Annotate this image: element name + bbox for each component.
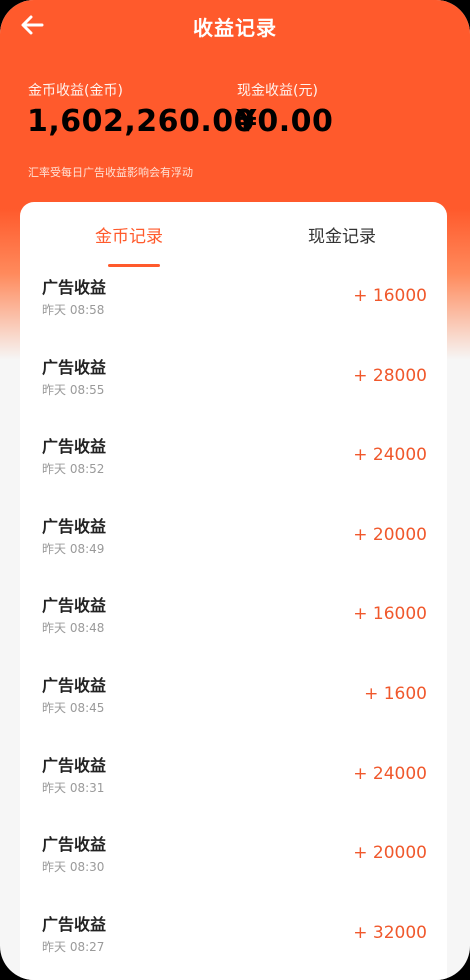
record-amount: + 16000 <box>353 286 427 306</box>
coin-earnings-value: 1,602,260.00 <box>27 104 256 139</box>
exchange-rate-note: 汇率受每日广告收益影响会有浮动 <box>28 166 193 179</box>
list-item[interactable]: 广告收益 昨天 08:48 + 16000 <box>20 586 447 666</box>
record-amount: + 20000 <box>353 524 427 545</box>
record-tabs: 金币记录 现金记录 <box>20 202 447 268</box>
list-item[interactable]: 广告收益 昨天 08:52 + 24000 <box>20 427 447 507</box>
list-item[interactable]: 广告收益 昨天 08:30 + 20000 <box>20 825 447 905</box>
record-time: 昨天 08:58 <box>42 303 105 317</box>
record-time: 昨天 08:30 <box>42 860 105 875</box>
record-time: 昨天 08:48 <box>42 621 105 636</box>
record-title: 广告收益 <box>42 278 107 297</box>
records-card: 金币记录 现金记录 广告收益 昨天 08:58 + 16000 广告收益 昨天 … <box>20 202 447 980</box>
list-item[interactable]: 广告收益 昨天 08:45 + 1600 <box>20 666 447 746</box>
record-amount: + 24000 <box>353 445 427 466</box>
record-time: 昨天 08:49 <box>42 541 105 556</box>
record-title: 广告收益 <box>42 596 107 616</box>
record-title: 广告收益 <box>42 357 107 377</box>
page-title: 收益记录 <box>193 16 277 40</box>
tab-cash-records[interactable]: 现金记录 <box>308 222 376 247</box>
cash-earnings-label: 现金收益(元) <box>237 83 318 99</box>
record-amount: + 16000 <box>353 604 427 625</box>
record-title: 广告收益 <box>42 755 107 775</box>
record-time: 昨天 08:31 <box>42 780 105 795</box>
record-list: 广告收益 昨天 08:58 + 16000 广告收益 昨天 08:55 + 28… <box>20 268 447 980</box>
list-item[interactable]: 广告收益 昨天 08:31 + 24000 <box>20 746 447 826</box>
record-title: 广告收益 <box>42 675 107 695</box>
record-title: 广告收益 <box>42 516 107 536</box>
cash-earnings-value: ¥0.00 <box>236 104 334 139</box>
list-item[interactable]: 广告收益 昨天 08:55 + 28000 <box>20 348 447 428</box>
phone-screen: 收益记录 金币收益(金币) 1,602,260.00 现金收益(元) ¥0.00… <box>0 0 470 980</box>
list-item[interactable]: 广告收益 昨天 08:58 + 16000 <box>20 268 447 348</box>
top-bar: 收益记录 <box>0 0 470 52</box>
tab-coin-records[interactable]: 金币记录 <box>95 222 163 247</box>
record-title: 广告收益 <box>42 437 107 457</box>
active-tab-indicator <box>108 264 160 267</box>
record-time: 昨天 08:52 <box>42 462 105 477</box>
record-time: 昨天 08:55 <box>42 382 105 397</box>
record-time: 昨天 08:45 <box>42 700 105 715</box>
record-title: 广告收益 <box>42 835 107 855</box>
list-item[interactable]: 广告收益 昨天 08:49 + 20000 <box>20 507 447 587</box>
record-amount: + 24000 <box>353 763 427 784</box>
list-item[interactable]: 广告收益 昨天 08:27 + 32000 <box>20 905 447 980</box>
coin-earnings-label: 金币收益(金币) <box>28 83 123 99</box>
record-amount: + 32000 <box>353 922 427 943</box>
record-title: 广告收益 <box>42 914 107 934</box>
record-amount: + 1600 <box>364 683 427 704</box>
record-time: 昨天 08:27 <box>42 939 105 954</box>
record-amount: + 20000 <box>353 843 427 864</box>
record-amount: + 28000 <box>353 365 427 386</box>
